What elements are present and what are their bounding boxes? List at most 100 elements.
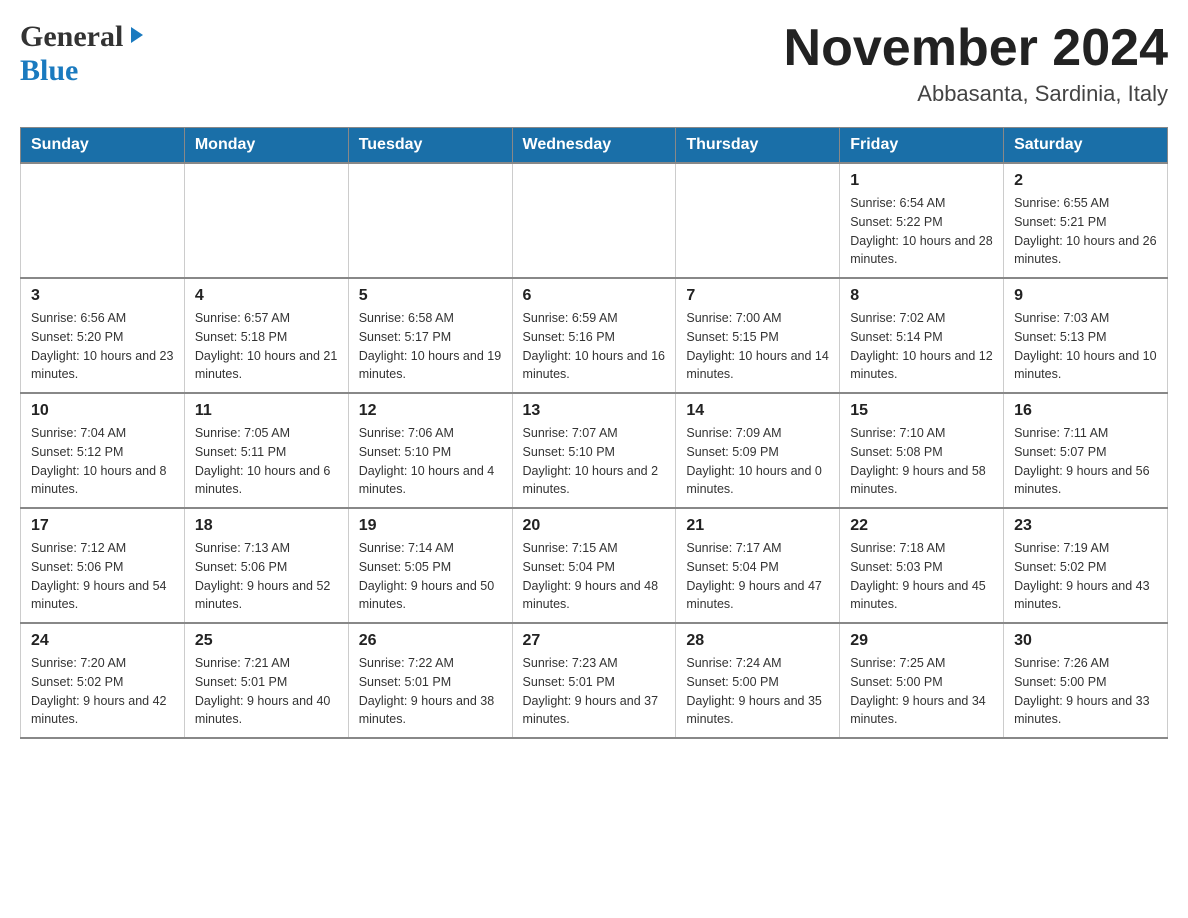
day-number: 2 (1014, 172, 1157, 190)
calendar-cell-w2-d7: 9 Sunrise: 7:03 AMSunset: 5:13 PMDaylight… (1004, 278, 1168, 393)
day-info: Sunrise: 7:03 AMSunset: 5:13 PMDaylight:… (1014, 309, 1157, 384)
day-info: Sunrise: 7:24 AMSunset: 5:00 PMDaylight:… (686, 654, 829, 729)
day-info: Sunrise: 7:14 AMSunset: 5:05 PMDaylight:… (359, 539, 502, 614)
calendar-cell-w3-d1: 10 Sunrise: 7:04 AMSunset: 5:12 PMDayligh… (21, 393, 185, 508)
day-info: Sunrise: 7:00 AMSunset: 5:15 PMDaylight:… (686, 309, 829, 384)
day-info: Sunrise: 7:02 AMSunset: 5:14 PMDaylight:… (850, 309, 993, 384)
header-thursday: Thursday (676, 128, 840, 164)
day-number: 13 (523, 402, 666, 420)
day-number: 24 (31, 632, 174, 650)
day-number: 1 (850, 172, 993, 190)
week-row-3: 10 Sunrise: 7:04 AMSunset: 5:12 PMDayligh… (21, 393, 1168, 508)
header-saturday: Saturday (1004, 128, 1168, 164)
day-info: Sunrise: 7:17 AMSunset: 5:04 PMDaylight:… (686, 539, 829, 614)
day-info: Sunrise: 7:15 AMSunset: 5:04 PMDaylight:… (523, 539, 666, 614)
day-info: Sunrise: 6:57 AMSunset: 5:18 PMDaylight:… (195, 309, 338, 384)
day-info: Sunrise: 7:25 AMSunset: 5:00 PMDaylight:… (850, 654, 993, 729)
day-number: 8 (850, 287, 993, 305)
page-header: General Blue November 2024 Abbasanta, Sa… (20, 20, 1168, 107)
day-number: 17 (31, 517, 174, 535)
logo-general: General (20, 20, 123, 54)
day-number: 22 (850, 517, 993, 535)
day-number: 23 (1014, 517, 1157, 535)
day-number: 20 (523, 517, 666, 535)
calendar-cell-w4-d7: 23Sunrise: 7:19 AMSunset: 5:02 PMDayligh… (1004, 508, 1168, 623)
calendar-cell-w4-d3: 19 Sunrise: 7:14 AMSunset: 5:05 PMDayligh… (348, 508, 512, 623)
day-info: Sunrise: 6:55 AMSunset: 5:21 PMDaylight:… (1014, 194, 1157, 269)
calendar-cell-w2-d4: 6 Sunrise: 6:59 AMSunset: 5:16 PMDaylight… (512, 278, 676, 393)
day-info: Sunrise: 7:06 AMSunset: 5:10 PMDaylight:… (359, 424, 502, 499)
calendar-cell-w3-d7: 16Sunrise: 7:11 AMSunset: 5:07 PMDayligh… (1004, 393, 1168, 508)
location: Abbasanta, Sardinia, Italy (784, 81, 1168, 107)
month-title: November 2024 (784, 20, 1168, 77)
day-info: Sunrise: 6:58 AMSunset: 5:17 PMDaylight:… (359, 309, 502, 384)
calendar-cell-w3-d5: 14 Sunrise: 7:09 AMSunset: 5:09 PMDayligh… (676, 393, 840, 508)
day-number: 5 (359, 287, 502, 305)
calendar-cell-w3-d6: 15Sunrise: 7:10 AMSunset: 5:08 PMDayligh… (840, 393, 1004, 508)
day-number: 4 (195, 287, 338, 305)
day-info: Sunrise: 7:13 AMSunset: 5:06 PMDaylight:… (195, 539, 338, 614)
week-row-5: 24 Sunrise: 7:20 AMSunset: 5:02 PMDayligh… (21, 623, 1168, 738)
day-info: Sunrise: 7:12 AMSunset: 5:06 PMDaylight:… (31, 539, 174, 614)
calendar-table: Sunday Monday Tuesday Wednesday Thursday… (20, 127, 1168, 739)
day-info: Sunrise: 6:59 AMSunset: 5:16 PMDaylight:… (523, 309, 666, 384)
calendar-cell-w2-d6: 8 Sunrise: 7:02 AMSunset: 5:14 PMDaylight… (840, 278, 1004, 393)
calendar-cell-w1-d7: 2 Sunrise: 6:55 AMSunset: 5:21 PMDaylight… (1004, 163, 1168, 278)
title-area: November 2024 Abbasanta, Sardinia, Italy (784, 20, 1168, 107)
calendar-cell-w3-d2: 11Sunrise: 7:05 AMSunset: 5:11 PMDayligh… (184, 393, 348, 508)
header-wednesday: Wednesday (512, 128, 676, 164)
day-info: Sunrise: 6:54 AMSunset: 5:22 PMDaylight:… (850, 194, 993, 269)
calendar-cell-w2-d1: 3Sunrise: 6:56 AMSunset: 5:20 PMDaylight… (21, 278, 185, 393)
calendar-cell-w3-d4: 13 Sunrise: 7:07 AMSunset: 5:10 PMDayligh… (512, 393, 676, 508)
day-number: 15 (850, 402, 993, 420)
day-number: 27 (523, 632, 666, 650)
week-row-4: 17 Sunrise: 7:12 AMSunset: 5:06 PMDayligh… (21, 508, 1168, 623)
calendar-cell-w5-d4: 27Sunrise: 7:23 AMSunset: 5:01 PMDayligh… (512, 623, 676, 738)
header-monday: Monday (184, 128, 348, 164)
logo: General Blue (20, 20, 147, 88)
calendar-cell-w1-d6: 1 Sunrise: 6:54 AMSunset: 5:22 PMDaylight… (840, 163, 1004, 278)
calendar-header-row: Sunday Monday Tuesday Wednesday Thursday… (21, 128, 1168, 164)
calendar-cell-w1-d4 (512, 163, 676, 278)
logo-blue: Blue (20, 54, 78, 87)
day-info: Sunrise: 7:26 AMSunset: 5:00 PMDaylight:… (1014, 654, 1157, 729)
calendar-cell-w5-d6: 29Sunrise: 7:25 AMSunset: 5:00 PMDayligh… (840, 623, 1004, 738)
day-number: 26 (359, 632, 502, 650)
header-friday: Friday (840, 128, 1004, 164)
calendar-cell-w1-d1 (21, 163, 185, 278)
calendar-cell-w4-d4: 20 Sunrise: 7:15 AMSunset: 5:04 PMDayligh… (512, 508, 676, 623)
day-number: 18 (195, 517, 338, 535)
calendar-cell-w5-d5: 28Sunrise: 7:24 AMSunset: 5:00 PMDayligh… (676, 623, 840, 738)
day-info: Sunrise: 7:22 AMSunset: 5:01 PMDaylight:… (359, 654, 502, 729)
day-info: Sunrise: 7:20 AMSunset: 5:02 PMDaylight:… (31, 654, 174, 729)
calendar-cell-w4-d5: 21Sunrise: 7:17 AMSunset: 5:04 PMDayligh… (676, 508, 840, 623)
day-number: 30 (1014, 632, 1157, 650)
calendar-cell-w1-d2 (184, 163, 348, 278)
day-number: 19 (359, 517, 502, 535)
day-info: Sunrise: 7:07 AMSunset: 5:10 PMDaylight:… (523, 424, 666, 499)
week-row-1: 1 Sunrise: 6:54 AMSunset: 5:22 PMDaylight… (21, 163, 1168, 278)
day-number: 14 (686, 402, 829, 420)
day-number: 9 (1014, 287, 1157, 305)
calendar-cell-w4-d1: 17 Sunrise: 7:12 AMSunset: 5:06 PMDayligh… (21, 508, 185, 623)
day-number: 25 (195, 632, 338, 650)
day-number: 6 (523, 287, 666, 305)
day-number: 11 (195, 402, 338, 420)
calendar-cell-w2-d2: 4 Sunrise: 6:57 AMSunset: 5:18 PMDaylight… (184, 278, 348, 393)
day-info: Sunrise: 7:04 AMSunset: 5:12 PMDaylight:… (31, 424, 174, 499)
calendar-cell-w5-d3: 26 Sunrise: 7:22 AMSunset: 5:01 PMDayligh… (348, 623, 512, 738)
day-number: 7 (686, 287, 829, 305)
calendar-cell-w2-d3: 5 Sunrise: 6:58 AMSunset: 5:17 PMDaylight… (348, 278, 512, 393)
calendar-cell-w3-d3: 12Sunrise: 7:06 AMSunset: 5:10 PMDayligh… (348, 393, 512, 508)
calendar-cell-w4-d6: 22Sunrise: 7:18 AMSunset: 5:03 PMDayligh… (840, 508, 1004, 623)
calendar-cell-w1-d5 (676, 163, 840, 278)
day-number: 16 (1014, 402, 1157, 420)
calendar-cell-w2-d5: 7 Sunrise: 7:00 AMSunset: 5:15 PMDaylight… (676, 278, 840, 393)
header-sunday: Sunday (21, 128, 185, 164)
calendar-cell-w5-d2: 25 Sunrise: 7:21 AMSunset: 5:01 PMDayligh… (184, 623, 348, 738)
logo-arrow-icon (125, 24, 147, 50)
calendar-cell-w5-d7: 30 Sunrise: 7:26 AMSunset: 5:00 PMDayligh… (1004, 623, 1168, 738)
day-number: 10 (31, 402, 174, 420)
day-info: Sunrise: 7:21 AMSunset: 5:01 PMDaylight:… (195, 654, 338, 729)
day-info: Sunrise: 7:09 AMSunset: 5:09 PMDaylight:… (686, 424, 829, 499)
